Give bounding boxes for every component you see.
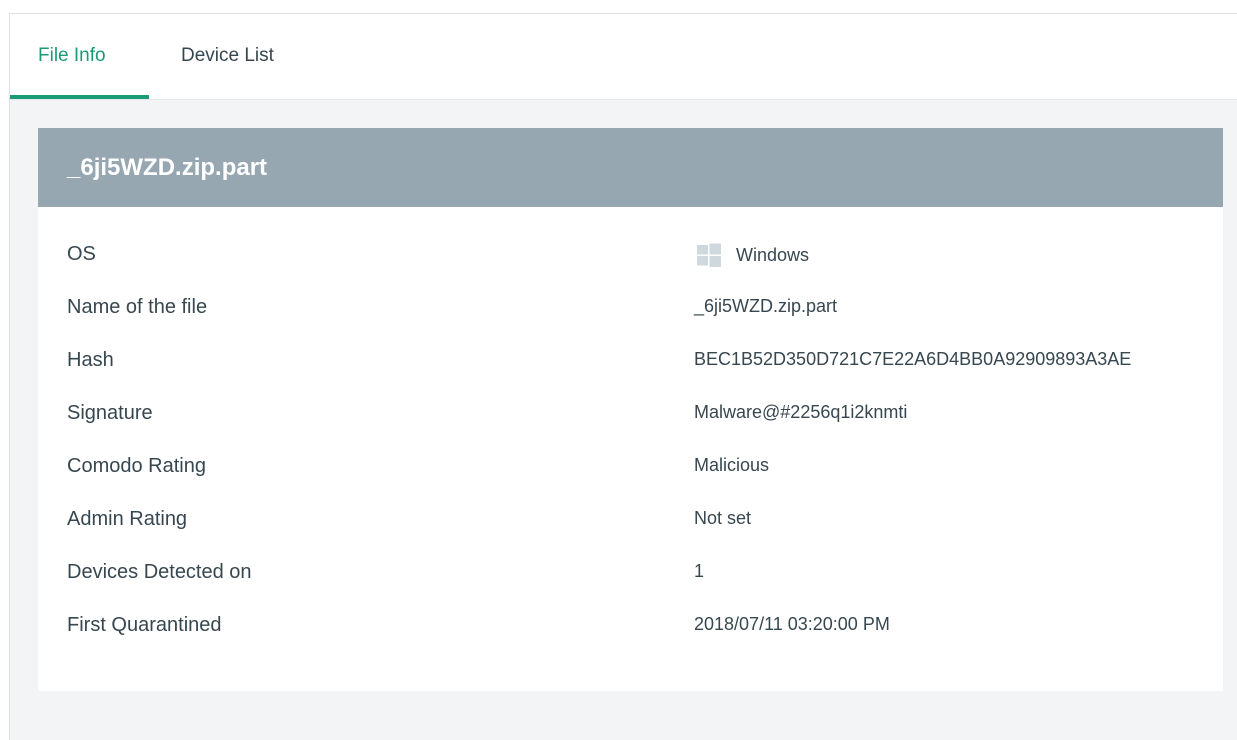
signature-value: Malware@#2256q1i2knmti xyxy=(694,402,908,422)
file-title: _6ji5WZD.zip.part xyxy=(67,153,268,181)
first-quarantined-label: First Quarantined xyxy=(67,614,222,636)
active-tab-indicator xyxy=(10,95,149,99)
detail-row-hash: Hash BEC1B52D350D721C7E22A6D4BB0A9290989… xyxy=(38,349,1223,379)
admin-rating-label: Admin Rating xyxy=(67,508,188,530)
card-header: _6ji5WZD.zip.part xyxy=(38,128,1223,207)
tab-device-list[interactable]: Device List xyxy=(181,45,274,67)
detail-row-signature: Signature Malware@#2256q1i2knmti xyxy=(38,402,1223,432)
comodo-rating-value: Malicious xyxy=(694,455,770,475)
detail-row-devices-detected: Devices Detected on 1 xyxy=(38,561,1223,591)
os-value-text: Windows xyxy=(736,244,810,265)
detail-row-os: OS Windows xyxy=(38,243,1223,273)
hash-label: Hash xyxy=(67,349,114,371)
signature-label: Signature xyxy=(67,402,153,424)
devices-detected-value: 1 xyxy=(694,561,705,581)
file-info-card: _6ji5WZD.zip.part OS Windows Name of the… xyxy=(38,128,1223,691)
content-frame: File Info Device List _6ji5WZD.zip.part … xyxy=(9,13,1237,740)
comodo-rating-label: Comodo Rating xyxy=(67,455,206,477)
file-name-label: Name of the file xyxy=(67,296,208,318)
hash-value: BEC1B52D350D721C7E22A6D4BB0A92909893A3AE xyxy=(694,349,1132,369)
os-label: OS xyxy=(67,243,96,265)
detail-row-admin-rating: Admin Rating Not set xyxy=(38,508,1223,538)
tab-file-info[interactable]: File Info xyxy=(38,45,106,67)
devices-detected-label: Devices Detected on xyxy=(67,561,252,583)
os-value: Windows xyxy=(697,243,809,267)
admin-rating-value: Not set xyxy=(694,508,752,528)
windows-icon xyxy=(697,243,721,267)
detail-row-first-quarantined: First Quarantined 2018/07/11 03:20:00 PM xyxy=(38,614,1223,644)
tab-bar: File Info Device List xyxy=(10,14,1237,100)
detail-row-file-name: Name of the file _6ji5WZD.zip.part xyxy=(38,296,1223,326)
first-quarantined-value: 2018/07/11 03:20:00 PM xyxy=(694,614,890,634)
detail-row-comodo-rating: Comodo Rating Malicious xyxy=(38,455,1223,485)
file-name-value: _6ji5WZD.zip.part xyxy=(694,296,838,316)
